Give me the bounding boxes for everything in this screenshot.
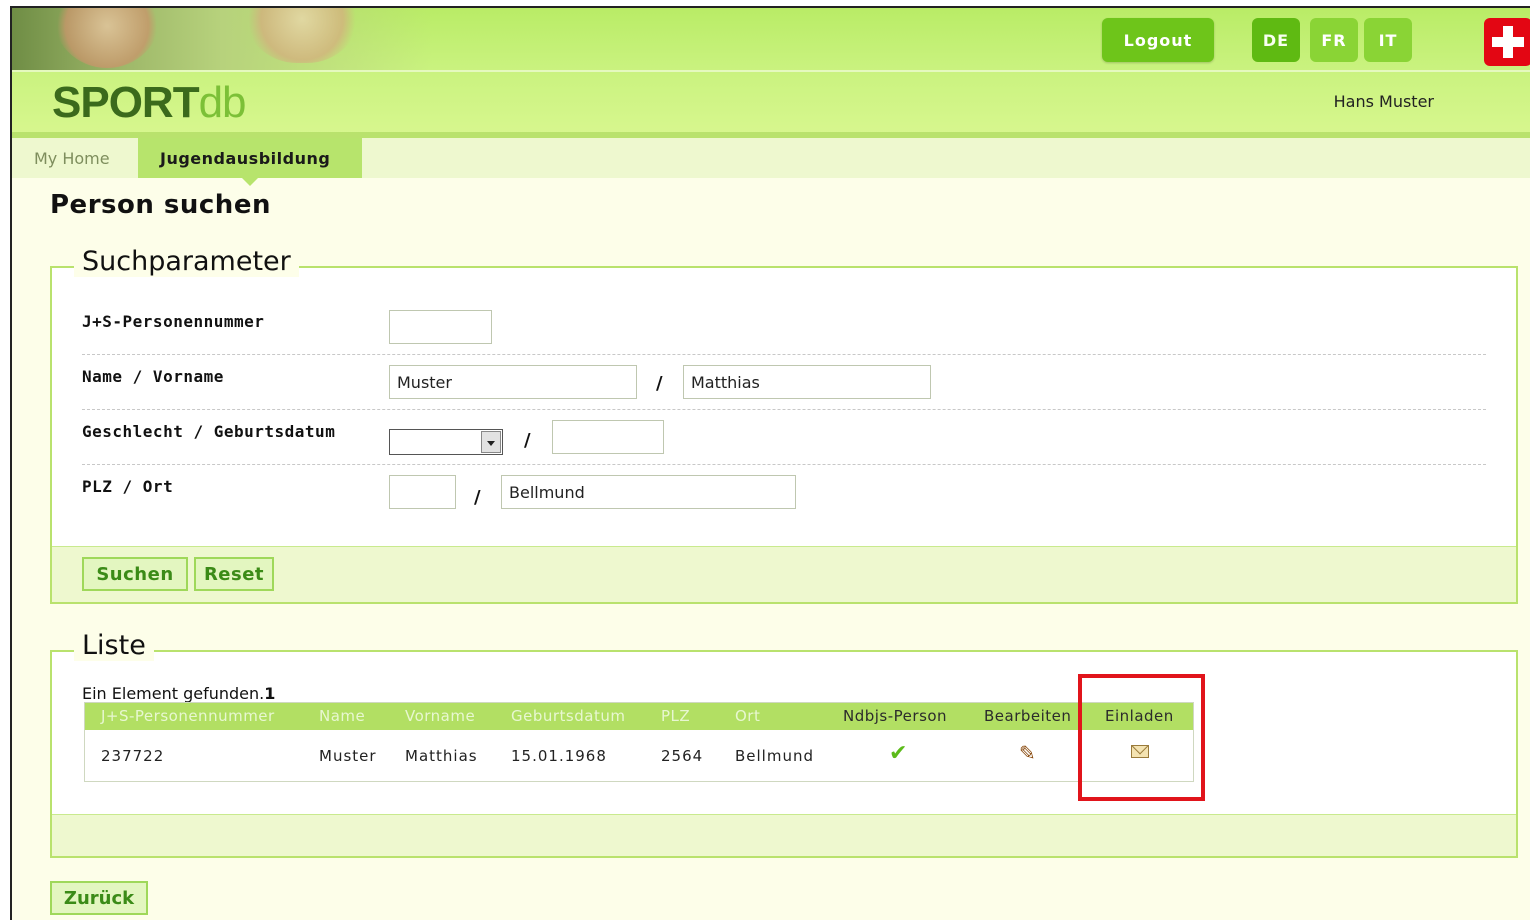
language-fr-button[interactable]: FR bbox=[1310, 18, 1358, 62]
geschlecht-geburtsdatum-label: Geschlecht / Geburtsdatum bbox=[82, 422, 336, 441]
row-geschlecht-geburtsdatum: Geschlecht / Geburtsdatum / bbox=[82, 410, 1486, 465]
row-name-vorname: Name / Vorname / bbox=[82, 355, 1486, 410]
geburtsdatum-input[interactable] bbox=[552, 420, 664, 454]
chevron-down-icon[interactable] bbox=[481, 431, 501, 453]
logo-part-sport: SPORT bbox=[52, 78, 200, 127]
column-header-ort[interactable]: Ort bbox=[735, 707, 760, 725]
vorname-input[interactable] bbox=[683, 365, 931, 399]
name-input[interactable] bbox=[389, 365, 637, 399]
search-parameters-panel: Suchparameter J+S-Personennummer Name / … bbox=[50, 246, 1518, 604]
list-legend: Liste bbox=[74, 630, 154, 661]
tab-my-home[interactable]: My Home bbox=[12, 138, 132, 178]
header-photo-face bbox=[52, 8, 162, 68]
cell-plz: 2564 bbox=[661, 747, 704, 765]
cell-vorname: Matthias bbox=[405, 747, 478, 765]
result-table: J+S-Personennummer Name Vorname Geburtsd… bbox=[84, 702, 1194, 782]
column-header-geburtsdatum[interactable]: Geburtsdatum bbox=[511, 707, 625, 725]
list-footer-bar bbox=[52, 814, 1516, 856]
result-count-text: Ein Element gefunden. bbox=[82, 684, 265, 703]
search-actions-bar: Suchen Reset bbox=[52, 546, 1516, 602]
logout-button[interactable]: Logout bbox=[1102, 18, 1214, 62]
swiss-cross-icon bbox=[1484, 18, 1530, 66]
plz-input[interactable] bbox=[389, 475, 456, 509]
header-photo-face bbox=[242, 8, 362, 63]
cell-personennummer: 237722 bbox=[101, 747, 165, 765]
result-count: Ein Element gefunden.1 bbox=[82, 684, 275, 703]
main-tabs: My Home Jugendausbildung bbox=[12, 138, 1530, 186]
cell-name: Muster bbox=[319, 747, 377, 765]
check-icon: ✔ bbox=[889, 741, 908, 766]
search-button[interactable]: Suchen bbox=[82, 557, 188, 591]
back-button[interactable]: Zurück bbox=[50, 881, 148, 915]
geschlecht-select[interactable] bbox=[389, 429, 503, 455]
separator-slash: / bbox=[474, 487, 481, 508]
personennummer-label: J+S-Personennummer bbox=[82, 312, 265, 331]
language-it-button[interactable]: IT bbox=[1364, 18, 1412, 62]
pencil-icon[interactable]: ✎ bbox=[1019, 741, 1036, 765]
column-header-plz[interactable]: PLZ bbox=[661, 707, 690, 725]
page-title: Person suchen bbox=[50, 190, 271, 220]
header: SPORTdb Logout DE FR IT Hans Muster bbox=[12, 8, 1530, 138]
column-header-vorname[interactable]: Vorname bbox=[405, 707, 475, 725]
row-plz-ort: PLZ / Ort / bbox=[82, 465, 1486, 520]
column-header-personennummer[interactable]: J+S-Personennummer bbox=[101, 707, 275, 725]
highlight-box bbox=[1078, 674, 1205, 801]
column-header-name[interactable]: Name bbox=[319, 707, 365, 725]
separator-slash: / bbox=[524, 430, 531, 451]
result-list-panel: Liste Ein Element gefunden.1 J+S-Persone… bbox=[50, 630, 1518, 858]
logo-part-db: db bbox=[198, 78, 247, 127]
name-vorname-label: Name / Vorname bbox=[82, 367, 224, 386]
cell-ort: Bellmund bbox=[735, 747, 815, 765]
tab-jugendausbildung[interactable]: Jugendausbildung bbox=[138, 138, 362, 186]
header-divider bbox=[12, 70, 1530, 72]
sportdb-logo[interactable]: SPORTdb bbox=[52, 78, 247, 128]
reset-button[interactable]: Reset bbox=[194, 557, 274, 591]
header-photo bbox=[12, 8, 432, 70]
cell-geburtsdatum: 15.01.1968 bbox=[511, 747, 607, 765]
app-frame: SPORTdb Logout DE FR IT Hans Muster My H… bbox=[10, 6, 1530, 920]
separator-slash: / bbox=[656, 373, 663, 394]
personennummer-input[interactable] bbox=[389, 310, 492, 344]
row-personennummer: J+S-Personennummer bbox=[82, 300, 1486, 355]
search-legend: Suchparameter bbox=[74, 246, 299, 277]
column-header-bearbeiten: Bearbeiten bbox=[984, 707, 1072, 725]
result-count-value: 1 bbox=[264, 684, 276, 703]
ort-input[interactable] bbox=[501, 475, 796, 509]
user-name: Hans Muster bbox=[1333, 92, 1434, 111]
table-header: J+S-Personennummer Name Vorname Geburtsd… bbox=[85, 703, 1193, 730]
column-header-ndbjs-person: Ndbjs-Person bbox=[843, 707, 948, 725]
plz-ort-label: PLZ / Ort bbox=[82, 477, 174, 496]
language-de-button[interactable]: DE bbox=[1252, 18, 1300, 62]
